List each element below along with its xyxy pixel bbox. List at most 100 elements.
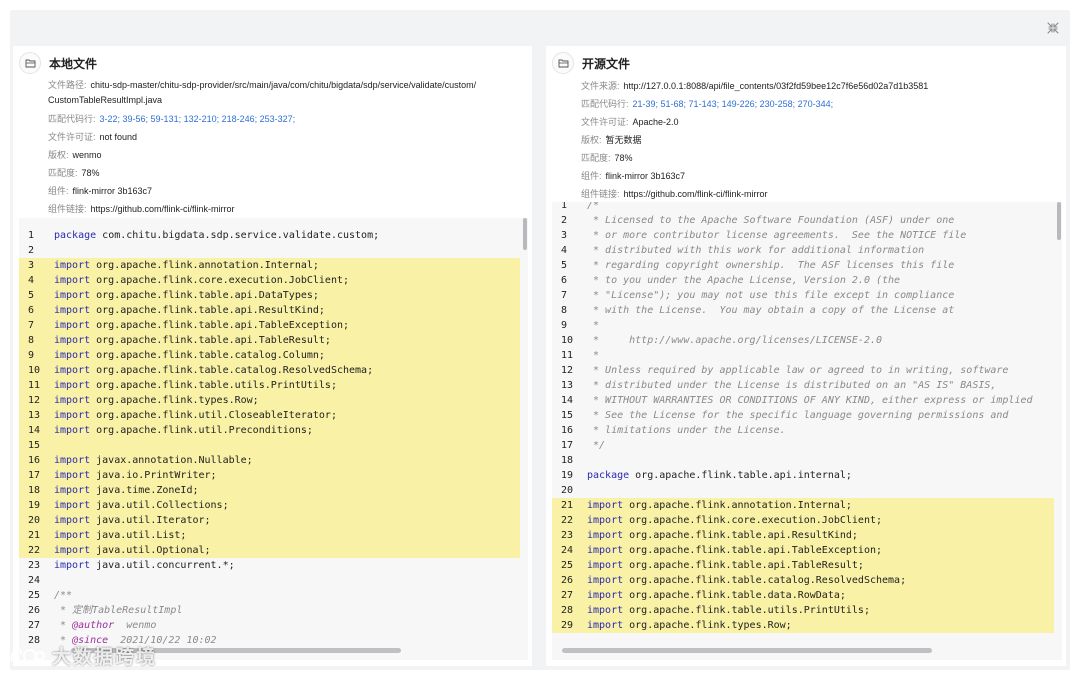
- line-number: 21: [28, 530, 41, 541]
- code-text: */: [587, 440, 606, 451]
- code-viewer[interactable]: 1 package com.chitu.bigdata.sdp.service.v…: [19, 218, 528, 660]
- code-line: 19 package org.apache.flink.table.api.int…: [552, 468, 1054, 483]
- code-text: import org.apache.flink.types.Row;: [54, 395, 259, 406]
- file-source-row: 文件来源: http://127.0.0.1:8088/api/file_cont…: [581, 77, 1062, 95]
- folder-icon: [552, 52, 574, 74]
- code-text: import org.apache.flink.table.api.DataTy…: [54, 290, 319, 301]
- component-link-row: 组件链接: https://github.com/flink-ci/flink-m…: [48, 200, 528, 218]
- collapse-arrows-icon[interactable]: [1045, 20, 1061, 36]
- line-number: 7: [561, 290, 568, 301]
- code-line: 26 * 定制TableResultImpl: [19, 603, 520, 618]
- line-number: 6: [561, 275, 568, 286]
- code-line: 1 /*: [552, 202, 1054, 213]
- code-line: 25 /**: [19, 588, 520, 603]
- meta-label: 版权:: [581, 135, 602, 145]
- code-line: 13 * distributed under the License is di…: [552, 378, 1054, 393]
- line-number: 3: [561, 230, 568, 241]
- code-text: * http://www.apache.org/licenses/LICENSE…: [587, 335, 883, 346]
- code-line: 16 import javax.annotation.Nullable;: [19, 453, 520, 468]
- code-text: import org.apache.flink.annotation.Inter…: [54, 260, 319, 271]
- code-line: 21 import org.apache.flink.annotation.Int…: [552, 498, 1054, 513]
- panel-title: 本地文件: [49, 56, 98, 71]
- code-text: import org.apache.flink.table.api.TableE…: [587, 545, 883, 556]
- code-line: 15 * See the License for the specific la…: [552, 408, 1054, 423]
- code-text: * distributed under the License is distr…: [587, 380, 997, 391]
- code-text: import org.apache.flink.core.execution.J…: [54, 275, 350, 286]
- code-line: 27 import org.apache.flink.table.data.Row…: [552, 588, 1054, 603]
- code-text: import org.apache.flink.table.catalog.Re…: [587, 575, 907, 586]
- line-number: 1: [561, 202, 568, 211]
- file-source-value[interactable]: http://127.0.0.1:8088/api/file_contents/…: [624, 81, 929, 91]
- code-text: * @author wenmo: [54, 620, 157, 631]
- code-line: 7 * "License"); you may not use this fil…: [552, 288, 1054, 303]
- meta-label: 组件链接:: [581, 189, 620, 199]
- code-line: 2: [19, 243, 520, 258]
- code-text: * See the License for the specific langu…: [587, 410, 1009, 421]
- code-text: import org.apache.flink.table.catalog.Co…: [54, 350, 325, 361]
- line-number: 12: [561, 365, 574, 376]
- code-text: * "License"); you may not use this file …: [587, 290, 955, 301]
- code-line: 14 import org.apache.flink.util.Precondit…: [19, 423, 520, 438]
- code-text: import org.apache.flink.table.data.RowDa…: [587, 590, 846, 601]
- line-number: 7: [28, 320, 35, 331]
- code-line: 16 * limitations under the License.: [552, 423, 1054, 438]
- line-number: 5: [28, 290, 35, 301]
- horizontal-scrollbar[interactable]: [562, 648, 932, 653]
- component-link-value[interactable]: https://github.com/flink-ci/flink-mirror: [624, 189, 768, 199]
- matched-lines-value[interactable]: 21-39; 51-68; 71-143; 149-226; 230-258; …: [633, 99, 834, 109]
- code-line: 5 * regarding copyright ownership. The A…: [552, 258, 1054, 273]
- code-line: 20: [552, 483, 1054, 498]
- code-line: 4 import org.apache.flink.core.execution.…: [19, 273, 520, 288]
- line-number: 16: [561, 425, 574, 436]
- meta-label: 匹配度:: [581, 153, 611, 163]
- line-number: 15: [561, 410, 574, 421]
- match-rate-row: 匹配度: 78%: [48, 164, 528, 182]
- line-number: 15: [28, 440, 41, 451]
- vertical-scrollbar[interactable]: [523, 218, 527, 250]
- matched-lines-row: 匹配代码行: 3-22; 39-56; 59-131; 132-210; 218-…: [48, 110, 528, 128]
- code-text: package com.chitu.bigdata.sdp.service.va…: [54, 230, 380, 241]
- code-text: * to you under the Apache License, Versi…: [587, 275, 901, 286]
- code-text: /*: [587, 202, 600, 211]
- code-text: import java.util.List;: [54, 530, 187, 541]
- code-line: 12 * Unless required by applicable law o…: [552, 363, 1054, 378]
- component-link-value[interactable]: https://github.com/flink-ci/flink-mirror: [91, 204, 235, 214]
- meta-label: 匹配度:: [48, 168, 78, 178]
- matched-lines-value[interactable]: 3-22; 39-56; 59-131; 132-210; 218-246; 2…: [100, 114, 296, 124]
- code-line: 11 *: [552, 348, 1054, 363]
- meta-label: 组件链接:: [48, 204, 87, 214]
- code-line: 14 * WITHOUT WARRANTIES OR CONDITIONS OF…: [552, 393, 1054, 408]
- folder-icon: [19, 52, 41, 74]
- line-number: 14: [28, 425, 41, 436]
- meta-label: 匹配代码行:: [581, 99, 629, 109]
- meta-label: 文件来源:: [581, 81, 620, 91]
- vertical-scrollbar[interactable]: [1057, 202, 1061, 240]
- code-text: import org.apache.flink.table.api.TableR…: [587, 560, 864, 571]
- line-number: 9: [561, 320, 568, 331]
- line-number: 24: [561, 545, 574, 556]
- code-line: 3 * or more contributor license agreemen…: [552, 228, 1054, 243]
- code-line: 8 import org.apache.flink.table.api.Table…: [19, 333, 520, 348]
- code-text: *: [587, 350, 600, 361]
- component-value: flink-mirror 3b163c7: [72, 186, 153, 196]
- meta-label: 匹配代码行:: [48, 114, 96, 124]
- line-number: 5: [561, 260, 568, 271]
- code-line: 18 import java.time.ZoneId;: [19, 483, 520, 498]
- code-lines: 1 /* 2 * Licensed to the Apache Software F…: [552, 202, 1054, 633]
- code-line: 10 import org.apache.flink.table.catalog.…: [19, 363, 520, 378]
- line-number: 2: [28, 245, 35, 256]
- code-text: * regarding copyright ownership. The ASF…: [587, 260, 955, 271]
- code-viewer[interactable]: 1 /* 2 * Licensed to the Apache Software F…: [552, 202, 1062, 660]
- code-line: 3 import org.apache.flink.annotation.Inte…: [19, 258, 520, 273]
- code-line: 23 import org.apache.flink.table.api.Resu…: [552, 528, 1054, 543]
- line-number: 27: [28, 620, 41, 631]
- file-path-value: chitu-sdp-master/chitu-sdp-provider/src/…: [90, 80, 477, 90]
- line-number: 23: [28, 560, 41, 571]
- code-line: 17 */: [552, 438, 1054, 453]
- code-text: * Unless required by applicable law or a…: [587, 365, 1009, 376]
- code-line: 22 import org.apache.flink.core.execution…: [552, 513, 1054, 528]
- component-value: flink-mirror 3b163c7: [605, 171, 686, 181]
- code-line: 1 package com.chitu.bigdata.sdp.service.v…: [19, 228, 520, 243]
- code-text: import org.apache.flink.core.execution.J…: [587, 515, 883, 526]
- local-file-panel: 本地文件 文件路径: chitu-sdp-master/chitu-sdp-pro…: [13, 46, 532, 666]
